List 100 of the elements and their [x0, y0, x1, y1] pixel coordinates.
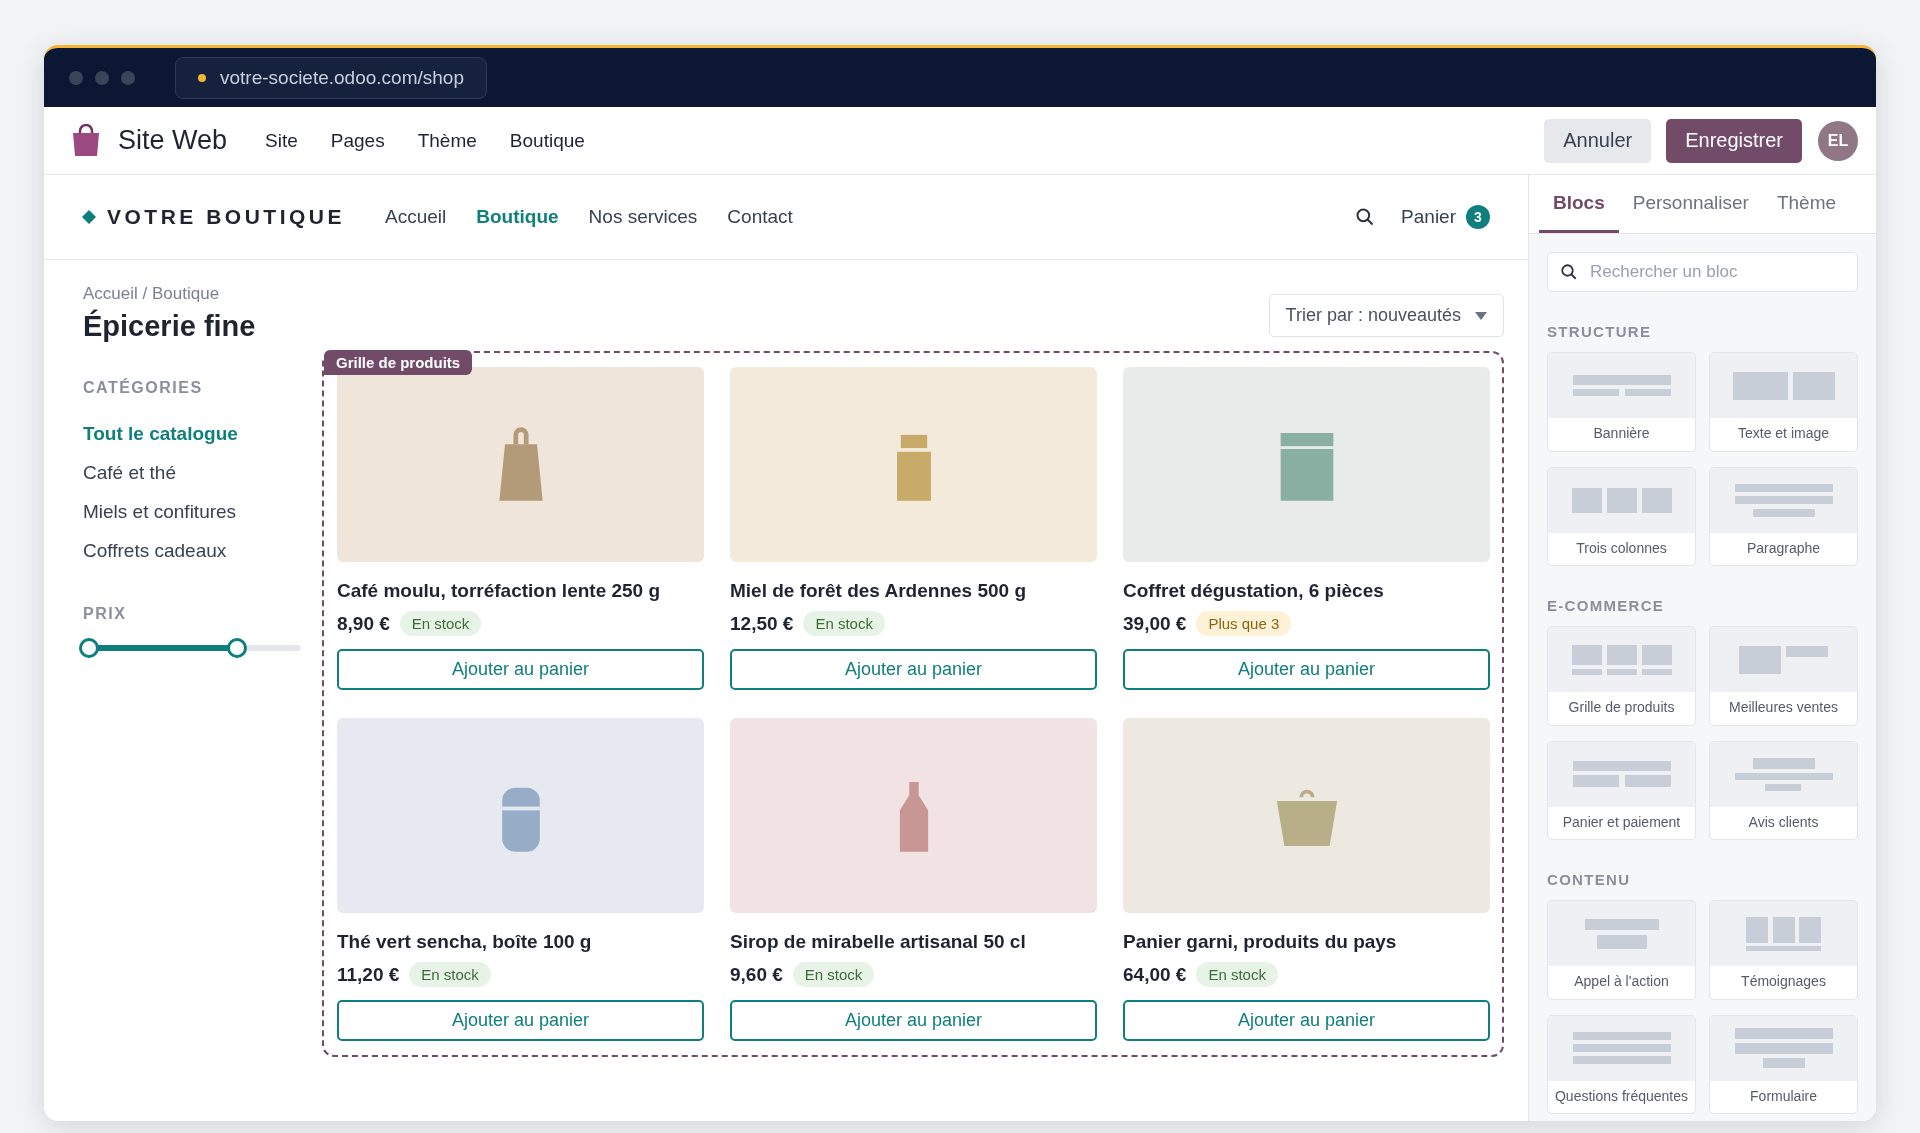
- block-name: Panier et paiement: [1561, 812, 1682, 832]
- block-tile[interactable]: Avis clients: [1709, 740, 1858, 840]
- block-preview-icon: [1572, 761, 1671, 787]
- stock-badge: En stock: [409, 962, 491, 987]
- block-name: Trois colonnes: [1575, 538, 1668, 558]
- cart-count-badge: 3: [1466, 205, 1490, 229]
- product-price: 9,60 €: [730, 963, 783, 986]
- section-heading: CATÉGORIES: [83, 379, 204, 397]
- add-to-cart-button[interactable]: Ajouter au panier: [1123, 1000, 1490, 1041]
- block-preview-icon: [1739, 645, 1828, 674]
- block-tile[interactable]: Texte et image: [1709, 352, 1858, 452]
- block-preview-icon: [1734, 483, 1833, 517]
- panel-tab[interactable]: Personnaliser: [1618, 175, 1763, 233]
- product-name[interactable]: Thé vert sencha, boîte 100 g: [337, 931, 704, 953]
- block-preview-icon: [1571, 644, 1672, 675]
- stock-badge: En stock: [792, 962, 875, 987]
- block-preview-icon: [1732, 371, 1835, 400]
- cart-label: Panier: [1401, 206, 1456, 228]
- app-name: Site Web: [118, 125, 228, 156]
- panel-tab[interactable]: Blocs: [1539, 175, 1619, 233]
- section-heading: STRUCTURE: [1547, 323, 1653, 340]
- block-tile[interactable]: Grille de produits: [1547, 626, 1696, 726]
- address-bar[interactable]: votre-societe.odoo.com/shop: [175, 56, 487, 99]
- stock-badge: En stock: [1196, 962, 1278, 987]
- section-heading: PRIX: [83, 605, 128, 623]
- block-preview-icon: [1746, 916, 1821, 951]
- block-preview-icon: [1734, 757, 1833, 791]
- block-name: Avis clients: [1747, 812, 1820, 832]
- save-button[interactable]: Enregistrer: [1666, 118, 1802, 163]
- menu-item[interactable]: Pages: [330, 129, 385, 152]
- page-title: Épicerie fine: [83, 310, 256, 343]
- product-price: 12,50 €: [730, 612, 794, 635]
- block-tile[interactable]: Panier et paiement: [1547, 740, 1696, 840]
- product-price: 39,00 €: [1123, 612, 1187, 635]
- store-brand[interactable]: VOTRE BOUTIQUE: [107, 205, 345, 229]
- stock-badge: En stock: [399, 611, 482, 636]
- search-icon: [1355, 207, 1376, 227]
- block-name: Appel à l'action: [1573, 972, 1670, 991]
- diamond-icon: [81, 209, 97, 225]
- product-name[interactable]: Coffret dégustation, 6 pièces: [1123, 580, 1490, 602]
- add-to-cart-button[interactable]: Ajouter au panier: [337, 1000, 704, 1041]
- block-name: Texte et image: [1736, 424, 1831, 443]
- block-tile[interactable]: Questions fréquentes: [1547, 1014, 1696, 1114]
- menu-item[interactable]: Boutique: [509, 129, 585, 152]
- category-link[interactable]: Miels et confitures: [83, 501, 322, 523]
- nav-link[interactable]: Nos services: [588, 206, 698, 228]
- add-to-cart-button[interactable]: Ajouter au panier: [337, 649, 704, 690]
- slider-handle[interactable]: [79, 638, 99, 658]
- nav-link[interactable]: Boutique: [476, 206, 559, 228]
- block-tile[interactable]: Bannière: [1547, 352, 1696, 452]
- cart-link[interactable]: Panier 3: [1401, 205, 1490, 229]
- product-name[interactable]: Sirop de mirabelle artisanal 50 cl: [730, 931, 1097, 953]
- block-preview-icon: [1572, 1032, 1671, 1064]
- menu-item[interactable]: Thème: [417, 129, 477, 152]
- slider-handle[interactable]: [227, 638, 248, 658]
- user-avatar[interactable]: EL: [1818, 120, 1858, 161]
- block-preview-icon: [1572, 375, 1671, 396]
- add-to-cart-button[interactable]: Ajouter au panier: [730, 649, 1097, 690]
- block-tile[interactable]: Témoignages: [1709, 900, 1858, 1000]
- panel-tab[interactable]: Thème: [1762, 175, 1851, 233]
- block-tile[interactable]: Trois colonnes: [1547, 466, 1696, 566]
- add-to-cart-button[interactable]: Ajouter au panier: [730, 1000, 1097, 1041]
- product-price: 64,00 €: [1123, 963, 1187, 986]
- add-to-cart-button[interactable]: Ajouter au panier: [1123, 649, 1490, 690]
- block-tile[interactable]: Formulaire: [1709, 1014, 1858, 1114]
- block-preview-icon: [1584, 918, 1659, 949]
- block-label: Grille de produits: [324, 350, 473, 375]
- block-name: Questions fréquentes: [1553, 1086, 1690, 1106]
- sort-dropdown[interactable]: Trier par : nouveautés: [1268, 294, 1504, 337]
- breadcrumb[interactable]: Accueil / Boutique: [83, 284, 256, 304]
- product-name[interactable]: Café moulu, torréfaction lente 250 g: [337, 580, 704, 602]
- search-icon: [1560, 263, 1578, 281]
- stock-badge: En stock: [803, 611, 885, 636]
- product-name[interactable]: Panier garni, produits du pays: [1123, 931, 1490, 953]
- category-link[interactable]: Café et thé: [83, 462, 322, 484]
- block-name: Formulaire: [1749, 1086, 1818, 1106]
- nav-link[interactable]: Accueil: [385, 206, 447, 228]
- product-price: 11,20 €: [337, 963, 400, 986]
- block-tile[interactable]: Appel à l'action: [1547, 900, 1696, 1000]
- block-preview-icon: [1571, 487, 1672, 513]
- product-name[interactable]: Miel de forêt des Ardennes 500 g: [730, 580, 1097, 602]
- category-link[interactable]: Tout le catalogue: [83, 423, 322, 445]
- shopping-bag-icon: [70, 123, 102, 158]
- block-name: Meilleures ventes: [1728, 698, 1839, 717]
- product-grid-frame[interactable]: [322, 351, 1504, 1057]
- stock-badge: Plus que 3: [1196, 611, 1292, 636]
- block-name: Témoignages: [1740, 972, 1827, 991]
- block-search-field[interactable]: Rechercher un bloc: [1547, 252, 1858, 292]
- section-heading: E-COMMERCE: [1547, 597, 1666, 614]
- block-tile[interactable]: Paragraphe: [1709, 466, 1858, 566]
- category-link[interactable]: Coffrets cadeaux: [83, 540, 322, 562]
- block-preview-icon: [1734, 1028, 1833, 1068]
- cancel-button[interactable]: Annuler: [1544, 118, 1652, 163]
- product-price: 8,90 €: [337, 612, 390, 635]
- block-name: Paragraphe: [1745, 538, 1822, 558]
- menu-item[interactable]: Site: [265, 129, 298, 152]
- block-tile[interactable]: Meilleures ventes: [1709, 626, 1858, 726]
- nav-link[interactable]: Contact: [727, 206, 793, 228]
- block-name: Grille de produits: [1567, 698, 1676, 717]
- status-dot-icon: [198, 73, 206, 82]
